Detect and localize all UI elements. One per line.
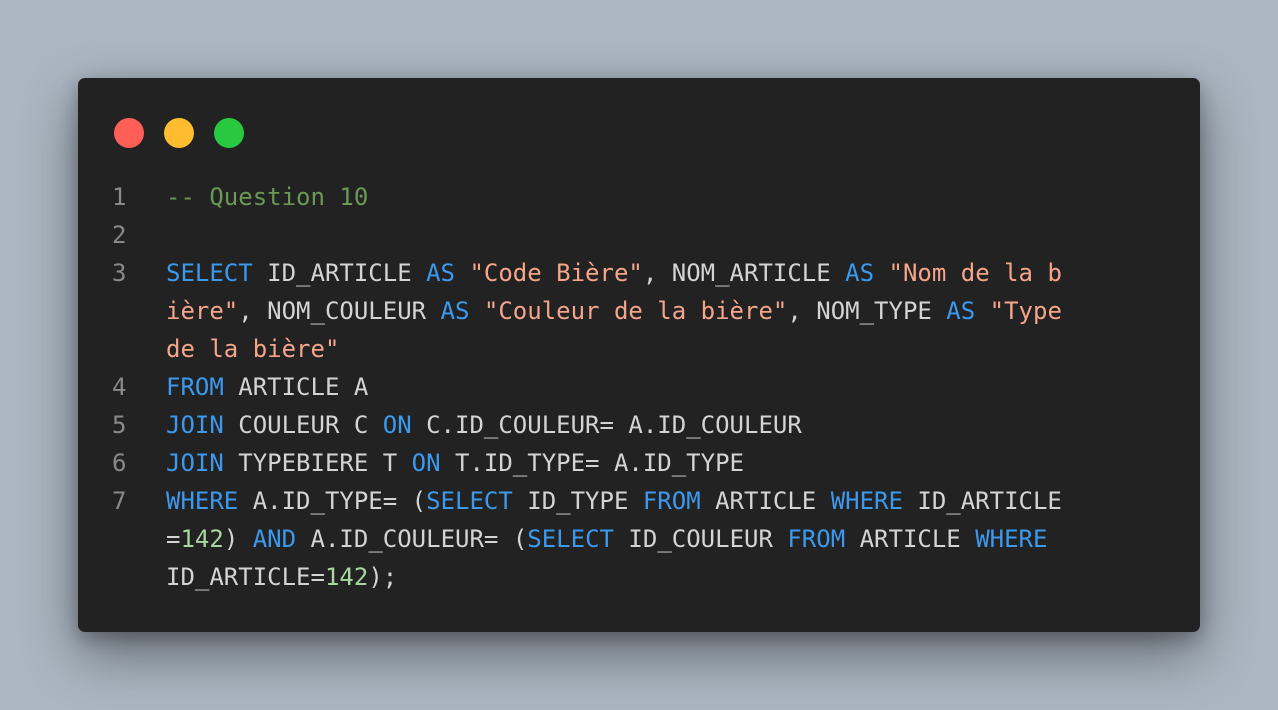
code-token: , NOM_COULEUR xyxy=(238,297,441,325)
code-line: 7 WHERE A.ID_TYPE= (SELECT ID_TYPE FROM A… xyxy=(78,482,1200,596)
code-token: ID_ARTICLE= xyxy=(166,563,325,591)
code-token: 142 xyxy=(324,563,369,591)
code-line: 5 JOIN COULEUR C ON C.ID_COULEUR= A.ID_CO… xyxy=(78,406,1200,444)
code-token: AS xyxy=(440,297,470,325)
code-token: "Type xyxy=(989,297,1062,325)
code-token: A.ID_COULEUR= ( xyxy=(296,525,528,553)
code-line: 3 SELECT ID_ARTICLE AS "Code Bière", NOM_… xyxy=(78,254,1200,368)
code-token: ); xyxy=(368,563,398,591)
code-token: SELECT xyxy=(166,259,253,287)
code-token: -- Question 10 xyxy=(166,183,369,211)
code-token: "Nom de la b xyxy=(888,259,1062,287)
code-row xyxy=(166,216,1166,254)
code-token: FROM xyxy=(642,487,701,515)
code-line: 4 FROM ARTICLE A xyxy=(78,368,1200,406)
code-token: SELECT xyxy=(426,487,513,515)
code-token: C.ID_COULEUR= A.ID_COULEUR xyxy=(411,411,802,439)
line-content: JOIN TYPEBIERE T ON T.ID_TYPE= A.ID_TYPE xyxy=(166,444,1166,482)
line-content: SELECT ID_ARTICLE AS "Code Bière", NOM_A… xyxy=(166,254,1166,368)
code-row: de la bière" xyxy=(166,330,1166,368)
line-content: WHERE A.ID_TYPE= (SELECT ID_TYPE FROM AR… xyxy=(166,482,1166,596)
line-number: 3 xyxy=(112,259,127,287)
code-line: 1 -- Question 10 xyxy=(78,178,1200,216)
code-row: SELECT ID_ARTICLE AS "Code Bière", NOM_A… xyxy=(166,254,1166,292)
code-token: ARTICLE xyxy=(845,525,976,553)
code-token: "Couleur de la bière" xyxy=(483,297,788,325)
code-token: ARTICLE A xyxy=(223,373,369,401)
code-line: 2 xyxy=(78,216,1200,254)
code-token: = xyxy=(166,525,181,553)
code-block: 1 -- Question 10 2 3 SELECT ID_ARTICLE AS "C… xyxy=(78,178,1200,596)
minimize-dot-icon[interactable] xyxy=(164,118,194,148)
code-token: WHERE xyxy=(975,525,1048,553)
code-token: WHERE xyxy=(830,487,903,515)
code-token: T.ID_TYPE= A.ID_TYPE xyxy=(440,449,744,477)
line-number: 6 xyxy=(112,449,127,477)
code-row: -- Question 10 xyxy=(166,178,1166,216)
code-token: FROM xyxy=(787,525,846,553)
code-token: TYPEBIERE T xyxy=(223,449,412,477)
line-number: 7 xyxy=(112,487,127,515)
code-token: de la bière" xyxy=(166,335,340,363)
code-token: AS xyxy=(845,259,875,287)
code-token: FROM xyxy=(166,373,224,401)
code-window: 1 -- Question 10 2 3 SELECT ID_ARTICLE AS "C… xyxy=(78,78,1200,632)
code-token: ON xyxy=(382,411,412,439)
line-number: 5 xyxy=(112,411,127,439)
code-token: ID_ARTICLE xyxy=(902,487,1062,515)
code-token: A.ID_TYPE= ( xyxy=(238,487,427,515)
code-token: , NOM_TYPE xyxy=(787,297,947,325)
code-token: AS xyxy=(946,297,976,325)
code-token: ID_TYPE xyxy=(512,487,643,515)
code-line: 6 JOIN TYPEBIERE T ON T.ID_TYPE= A.ID_TYP… xyxy=(78,444,1200,482)
code-token: COULEUR C xyxy=(223,411,383,439)
code-row: JOIN TYPEBIERE T ON T.ID_TYPE= A.ID_TYPE xyxy=(166,444,1166,482)
line-number: 4 xyxy=(112,373,127,401)
code-row: WHERE A.ID_TYPE= (SELECT ID_TYPE FROM AR… xyxy=(166,482,1166,520)
code-token: , NOM_ARTICLE xyxy=(642,259,846,287)
code-token: "Code Bière" xyxy=(469,259,643,287)
code-row: JOIN COULEUR C ON C.ID_COULEUR= A.ID_COU… xyxy=(166,406,1166,444)
line-number: 2 xyxy=(112,221,127,249)
line-content xyxy=(166,216,1166,254)
line-content: FROM ARTICLE A xyxy=(166,368,1166,406)
code-token: JOIN xyxy=(166,449,224,477)
code-token: AND xyxy=(252,525,297,553)
line-content: -- Question 10 xyxy=(166,178,1166,216)
code-token: ière" xyxy=(166,297,239,325)
code-token: ID_COULEUR xyxy=(613,525,788,553)
code-token: ARTICLE xyxy=(700,487,831,515)
line-number: 1 xyxy=(112,183,127,211)
code-token: ON xyxy=(411,449,441,477)
close-dot-icon[interactable] xyxy=(114,118,144,148)
code-token: 142 xyxy=(180,525,224,553)
code-row: ID_ARTICLE=142); xyxy=(166,558,1166,596)
code-row: =142) AND A.ID_COULEUR= (SELECT ID_COULE… xyxy=(166,520,1166,558)
code-token: AS xyxy=(426,259,455,287)
line-content: JOIN COULEUR C ON C.ID_COULEUR= A.ID_COU… xyxy=(166,406,1166,444)
code-token: ID_ARTICLE xyxy=(252,259,427,287)
maximize-dot-icon[interactable] xyxy=(214,118,244,148)
code-row: FROM ARTICLE A xyxy=(166,368,1166,406)
code-token: ) xyxy=(223,525,253,553)
code-token: JOIN xyxy=(166,411,224,439)
code-token: WHERE xyxy=(166,487,239,515)
code-row: ière", NOM_COULEUR AS "Couleur de la biè… xyxy=(166,292,1166,330)
code-token: SELECT xyxy=(527,525,614,553)
